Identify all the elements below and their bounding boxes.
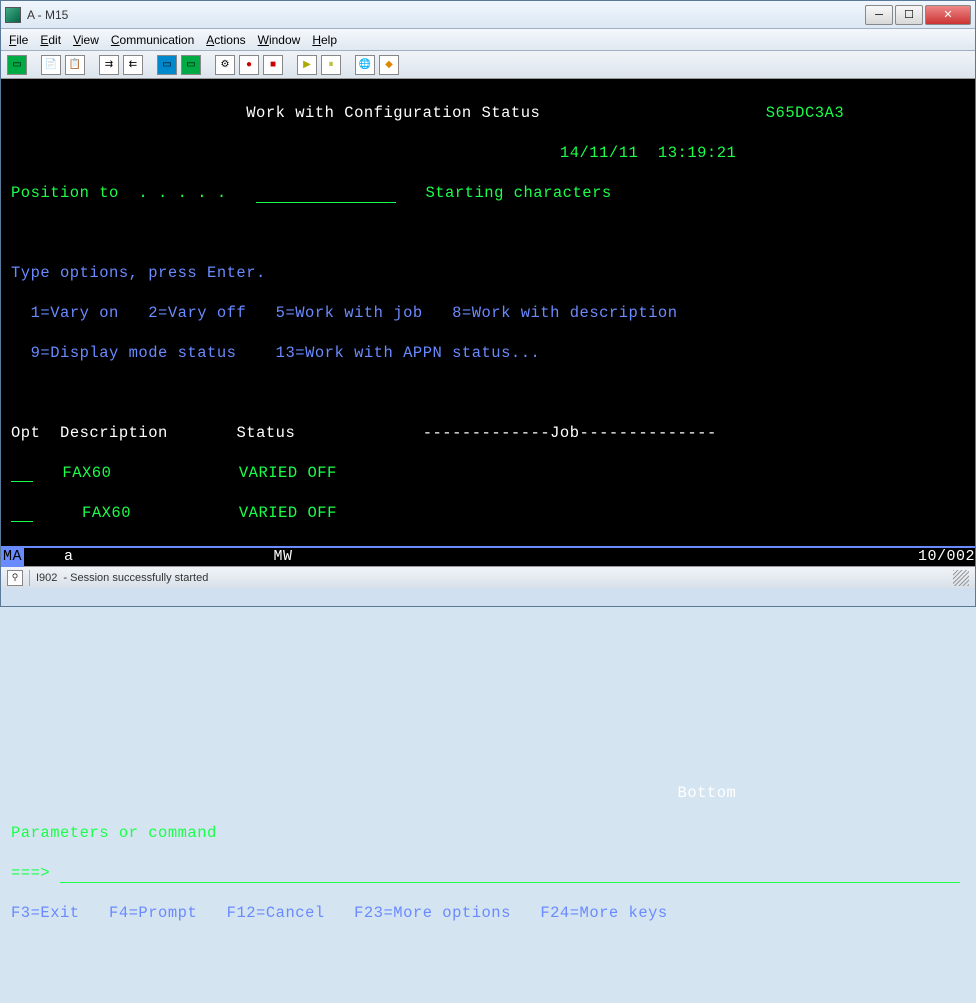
menu-communication[interactable]: Communication [111,33,194,47]
opt-5: 5=Work with job [276,304,423,322]
tool-pause-icon[interactable]: ⏸ [321,55,341,75]
system-id: S65DC3A3 [766,104,844,122]
oia-ma: MA [1,547,24,567]
fkey-23: F23=More options [354,904,511,922]
type-options-label: Type options, press Enter. [11,264,266,282]
terminal-screen[interactable]: Work with Configuration Status S65DC3A3 … [1,79,975,566]
menu-window[interactable]: Window [258,33,301,47]
tool-paste-icon[interactable]: 📋 [65,55,85,75]
tool-send-icon[interactable]: ⇉ [99,55,119,75]
opt-9: 9=Display mode status [31,344,237,362]
opt-1: 1=Vary on [31,304,119,322]
close-button[interactable]: ✕ [925,5,971,25]
starting-chars-label: Starting characters [425,184,611,202]
menu-actions[interactable]: Actions [206,33,245,47]
position-input[interactable] [256,185,396,203]
tool-display2-icon[interactable]: ▭ [181,55,201,75]
tool-recv-icon[interactable]: ⇇ [123,55,143,75]
fkey-12: F12=Cancel [227,904,325,922]
opt-input[interactable] [11,505,33,522]
oia-mw: MW [274,547,293,567]
app-window: A - M15 ─ ☐ ✕ File Edit View Communicati… [0,0,976,607]
cmd-prompt: ===> [11,864,50,882]
tool-screen-icon[interactable]: ▭ [7,55,27,75]
screen-time: 13:19:21 [658,144,736,162]
menu-edit[interactable]: Edit [40,33,61,47]
table-row: FAX60 VARIED OFF [11,503,965,523]
screen-date: 14/11/11 [560,144,638,162]
toolbar: ▭ 📄 📋 ⇉ ⇇ ▭ ▭ ⚙ ● ■ ▶ ⏸ 🌐 ◆ [1,51,975,79]
screen-title: Work with Configuration Status [246,104,540,122]
row-status: VARIED OFF [239,504,337,522]
tool-copy-icon[interactable]: 📄 [41,55,61,75]
app-icon [5,7,21,23]
col-desc: Description [60,424,168,442]
col-job: -------------Job-------------- [423,424,717,442]
col-opt: Opt [11,424,40,442]
tool-tag-icon[interactable]: ◆ [379,55,399,75]
tool-globe-icon[interactable]: 🌐 [355,55,375,75]
window-controls: ─ ☐ ✕ [863,5,971,25]
tool-play-icon[interactable]: ▶ [297,55,317,75]
bottom-marker: Bottom [678,784,737,802]
opt-8: 8=Work with description [452,304,677,322]
menubar: File Edit View Communication Actions Win… [1,29,975,51]
row-status: VARIED OFF [239,464,337,482]
fkey-4: F4=Prompt [109,904,197,922]
opt-13: 13=Work with APPN status... [276,344,541,362]
menu-file[interactable]: File [9,33,28,47]
menu-view[interactable]: View [73,33,99,47]
tool-display1-icon[interactable]: ▭ [157,55,177,75]
titlebar: A - M15 ─ ☐ ✕ [1,1,975,29]
tool-config-icon[interactable]: ⚙ [215,55,235,75]
row-desc: FAX60 [62,464,111,482]
position-label: Position to . . . . . [11,184,227,202]
tool-rec-icon[interactable]: ● [239,55,259,75]
window-title: A - M15 [27,8,68,22]
operator-info-area: MA a MW 10/002 [1,546,975,566]
table-row: FAX60 VARIED OFF [11,463,965,483]
oia-coords: 10/002 [918,547,975,567]
minimize-button[interactable]: ─ [865,5,893,25]
tool-stop-icon[interactable]: ■ [263,55,283,75]
row-desc: FAX60 [82,504,131,522]
opt-input[interactable] [11,465,33,482]
col-status: Status [236,424,295,442]
opt-2: 2=Vary off [148,304,246,322]
oia-a: a [64,547,74,567]
menu-help[interactable]: Help [312,33,337,47]
params-label: Parameters or command [11,824,217,842]
fkey-24: F24=More keys [540,904,667,922]
maximize-button[interactable]: ☐ [895,5,923,25]
command-input[interactable] [60,866,960,883]
fkey-3: F3=Exit [11,904,80,922]
